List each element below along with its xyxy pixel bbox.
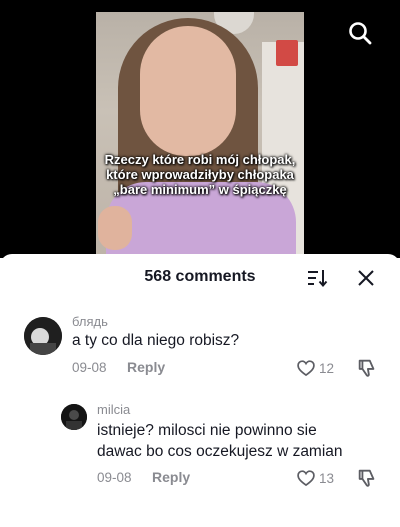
person-face <box>140 26 236 156</box>
like-count: 13 <box>319 470 335 486</box>
like-count: 12 <box>319 360 335 376</box>
thumbs-down-icon <box>358 359 375 377</box>
video-player[interactable]: Rzeczy które robi mój chłopak, które wpr… <box>0 0 400 258</box>
video-frame: Rzeczy które robi mój chłopak, które wpr… <box>11 12 389 258</box>
close-icon <box>358 270 374 286</box>
video-scene: Rzeczy które robi mój chłopak, które wpr… <box>96 12 304 258</box>
avatar-image <box>24 317 62 355</box>
sort-icon <box>308 270 328 288</box>
background-shelf <box>276 40 298 66</box>
comment-text: a ty co dla niego robisz? <box>72 332 240 349</box>
dislike-button[interactable] <box>356 467 378 489</box>
reply-button[interactable]: Reply <box>152 469 190 485</box>
caption-line: Rzeczy które robi mój chłopak, <box>104 152 296 167</box>
heart-icon <box>297 360 315 377</box>
comment-item: milcia istnieje? milosci nie powinno sie… <box>0 396 400 496</box>
search-button[interactable] <box>347 20 373 46</box>
comment-date: 09-08 <box>72 360 107 375</box>
heart-icon <box>297 470 315 487</box>
comments-panel: 568 comments блядь a ty co dla niego rob… <box>0 254 400 527</box>
comment-text-line: dawac bo cos oczekujesz w zamian <box>97 443 343 460</box>
avatar-image <box>61 404 87 430</box>
like-button[interactable]: 13 <box>296 467 334 489</box>
video-caption: Rzeczy które robi mój chłopak, które wpr… <box>96 152 304 197</box>
thumbs-down-icon <box>358 469 375 487</box>
comment-text-line: istnieje? milosci nie powinno sie <box>97 422 317 439</box>
person-hand <box>98 206 132 250</box>
caption-line: „bare minimum” w śpiączkę <box>113 182 287 197</box>
comment-username[interactable]: milcia <box>97 402 130 417</box>
close-button[interactable] <box>354 266 378 290</box>
like-button[interactable]: 12 <box>296 357 334 379</box>
reply-button[interactable]: Reply <box>127 359 165 375</box>
comment-text: istnieje? milosci nie powinno sie dawac … <box>97 420 343 462</box>
avatar[interactable] <box>24 317 62 355</box>
search-icon <box>349 22 372 45</box>
dislike-button[interactable] <box>356 357 378 379</box>
comments-header: 568 comments <box>0 254 400 300</box>
comment-username[interactable]: блядь <box>72 314 108 329</box>
comment-date: 09-08 <box>97 470 132 485</box>
sort-button[interactable] <box>305 266 329 290</box>
comment-item: блядь a ty co dla niego robisz? 09-08 Re… <box>0 310 400 390</box>
avatar[interactable] <box>61 404 87 430</box>
comments-count-title: 568 comments <box>144 268 256 285</box>
caption-line: które wprowadziłyby chłopaka <box>106 167 294 182</box>
